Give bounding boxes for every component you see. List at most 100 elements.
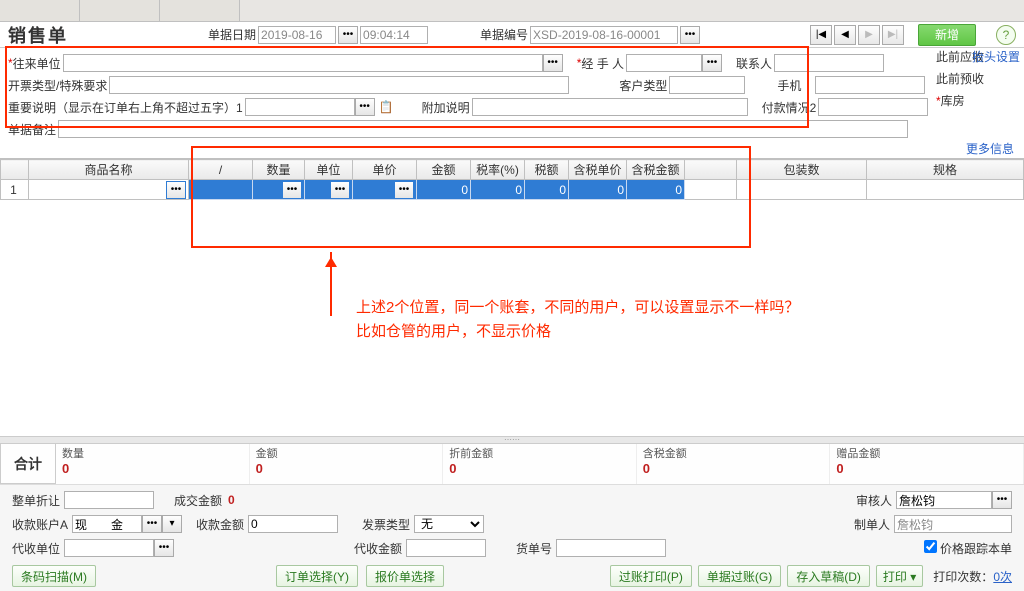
- cell-slash[interactable]: [189, 180, 253, 200]
- auditor-picker-button[interactable]: •••: [992, 491, 1012, 509]
- customer-picker-button[interactable]: •••: [543, 54, 563, 72]
- agent-label: 代收单位: [12, 540, 60, 557]
- cust-type-input[interactable]: [669, 76, 745, 94]
- row-index: 1: [1, 180, 29, 200]
- tab-bar: [0, 0, 1024, 22]
- cell-unit[interactable]: •••: [305, 180, 353, 200]
- unit-picker-button[interactable]: •••: [330, 181, 350, 199]
- barcode-scan-button[interactable]: 条码扫描(M): [12, 565, 96, 587]
- product-picker-button[interactable]: •••: [166, 181, 186, 199]
- cell-pack[interactable]: [737, 180, 867, 200]
- pay-state-input[interactable]: [818, 98, 928, 116]
- form-area: *往来单位 ••• *经 手 人 ••• 联系人 开票类型/特殊要求 客户类型 …: [0, 48, 1024, 140]
- more-info-link[interactable]: 更多信息: [0, 140, 1024, 158]
- total-gross-label: 含税金额: [643, 445, 824, 461]
- cell-qty[interactable]: •••: [253, 180, 305, 200]
- maker-input: [894, 515, 1012, 533]
- date-picker-button[interactable]: •••: [338, 26, 358, 44]
- tab-blank-1[interactable]: [0, 0, 80, 21]
- side-panel: 此前应收抬头设置 此前预收 *库房: [934, 48, 1024, 114]
- header-settings-link[interactable]: 抬头设置: [972, 50, 1020, 64]
- handler-input[interactable]: [626, 54, 702, 72]
- annotation-arrow: [330, 252, 332, 316]
- agent-amount-input[interactable]: [406, 539, 486, 557]
- auditor-input[interactable]: [896, 491, 992, 509]
- cell-blank[interactable]: [685, 180, 737, 200]
- time-input[interactable]: [360, 26, 428, 44]
- nav-next-button[interactable]: ▶: [858, 25, 880, 45]
- recv-amount-input[interactable]: [248, 515, 338, 533]
- doc-no-input[interactable]: [530, 26, 678, 44]
- cell-amount[interactable]: 0: [417, 180, 471, 200]
- col-price[interactable]: 单价: [353, 160, 417, 180]
- col-unit[interactable]: 单位: [305, 160, 353, 180]
- contact-input[interactable]: [774, 54, 884, 72]
- total-amount-label: 金额: [256, 445, 437, 461]
- cell-gross-amount[interactable]: 0: [627, 180, 685, 200]
- order-select-button[interactable]: 订单选择(Y): [276, 565, 358, 587]
- col-product[interactable]: 商品名称: [29, 160, 189, 180]
- recv-acct-input[interactable]: [72, 515, 142, 533]
- template-icon[interactable]: 📋: [379, 100, 394, 114]
- recv-acct-picker-button[interactable]: •••: [142, 515, 162, 533]
- handler-label: 经 手 人: [581, 55, 624, 72]
- ship-no-input[interactable]: [556, 539, 666, 557]
- print-count-link[interactable]: 0次: [993, 568, 1012, 585]
- deal-amount-label: 成交金额: [174, 492, 222, 509]
- invoice-type-input[interactable]: [109, 76, 569, 94]
- col-index[interactable]: [1, 160, 29, 180]
- qty-picker-button[interactable]: •••: [282, 181, 302, 199]
- help-icon[interactable]: ?: [996, 25, 1016, 45]
- totals-label: 合计: [0, 444, 56, 484]
- totals-bar: 合计 数量0 金额0 折前金额0 含税金额0 赠品金额0: [0, 444, 1024, 485]
- tab-blank-2[interactable]: [80, 0, 160, 21]
- follow-cost-checkbox[interactable]: 价格跟踪本单: [924, 540, 1012, 557]
- col-tax[interactable]: 税额: [525, 160, 569, 180]
- date-label: 单据日期: [208, 26, 256, 43]
- doc-note-input[interactable]: [58, 120, 908, 138]
- col-slash[interactable]: /: [189, 160, 253, 180]
- cell-spec[interactable]: [867, 180, 1024, 200]
- price-picker-button[interactable]: •••: [394, 181, 414, 199]
- col-blank[interactable]: [685, 160, 737, 180]
- handler-picker-button[interactable]: •••: [702, 54, 722, 72]
- col-gross-amount[interactable]: 含税金额: [627, 160, 685, 180]
- new-button[interactable]: 新增: [918, 24, 976, 46]
- footer: 整单折让 成交金额 0 审核人 ••• 收款账户A ••• ▾ 收款金额 发票类…: [0, 485, 1024, 591]
- recv-acct-dropdown-button[interactable]: ▾: [162, 515, 182, 533]
- cell-gross-price[interactable]: 0: [569, 180, 627, 200]
- splitter-handle[interactable]: ⋯⋯: [0, 436, 1024, 444]
- nav-first-button[interactable]: |◀: [810, 25, 832, 45]
- col-pack[interactable]: 包装数: [737, 160, 867, 180]
- discount-input[interactable]: [64, 491, 154, 509]
- agent-input[interactable]: [64, 539, 154, 557]
- col-amount[interactable]: 金额: [417, 160, 471, 180]
- agent-picker-button[interactable]: •••: [154, 539, 174, 557]
- cell-tax[interactable]: 0: [525, 180, 569, 200]
- post-print-button[interactable]: 过账打印(P): [610, 565, 692, 587]
- save-draft-button[interactable]: 存入草稿(D): [787, 565, 870, 587]
- post-button[interactable]: 单据过账(G): [698, 565, 781, 587]
- ship-no-label: 货单号: [516, 540, 552, 557]
- cell-price[interactable]: •••: [353, 180, 417, 200]
- col-spec[interactable]: 规格: [867, 160, 1024, 180]
- col-qty[interactable]: 数量: [253, 160, 305, 180]
- grid-row[interactable]: 1 ••• ••• ••• ••• 0 0 0 0 0: [1, 180, 1024, 200]
- total-amount-value: 0: [256, 461, 437, 476]
- extra-note-input[interactable]: [472, 98, 748, 116]
- tab-blank-3[interactable]: [160, 0, 240, 21]
- important-note-input[interactable]: [245, 98, 355, 116]
- cell-taxrate[interactable]: 0: [471, 180, 525, 200]
- col-taxrate[interactable]: 税率(%): [471, 160, 525, 180]
- phone-input[interactable]: [815, 76, 925, 94]
- quote-select-button[interactable]: 报价单选择: [366, 565, 444, 587]
- date-input[interactable]: [258, 26, 336, 44]
- print-button[interactable]: 打印 ▾: [876, 565, 923, 587]
- doc-no-picker-button[interactable]: •••: [680, 26, 700, 44]
- invoice-kind-select[interactable]: 无: [414, 515, 484, 533]
- customer-input[interactable]: [63, 54, 543, 72]
- nav-prev-button[interactable]: ◀: [834, 25, 856, 45]
- nav-last-button[interactable]: ▶|: [882, 25, 904, 45]
- important-picker-button[interactable]: •••: [355, 98, 375, 116]
- col-gross-price[interactable]: 含税单价: [569, 160, 627, 180]
